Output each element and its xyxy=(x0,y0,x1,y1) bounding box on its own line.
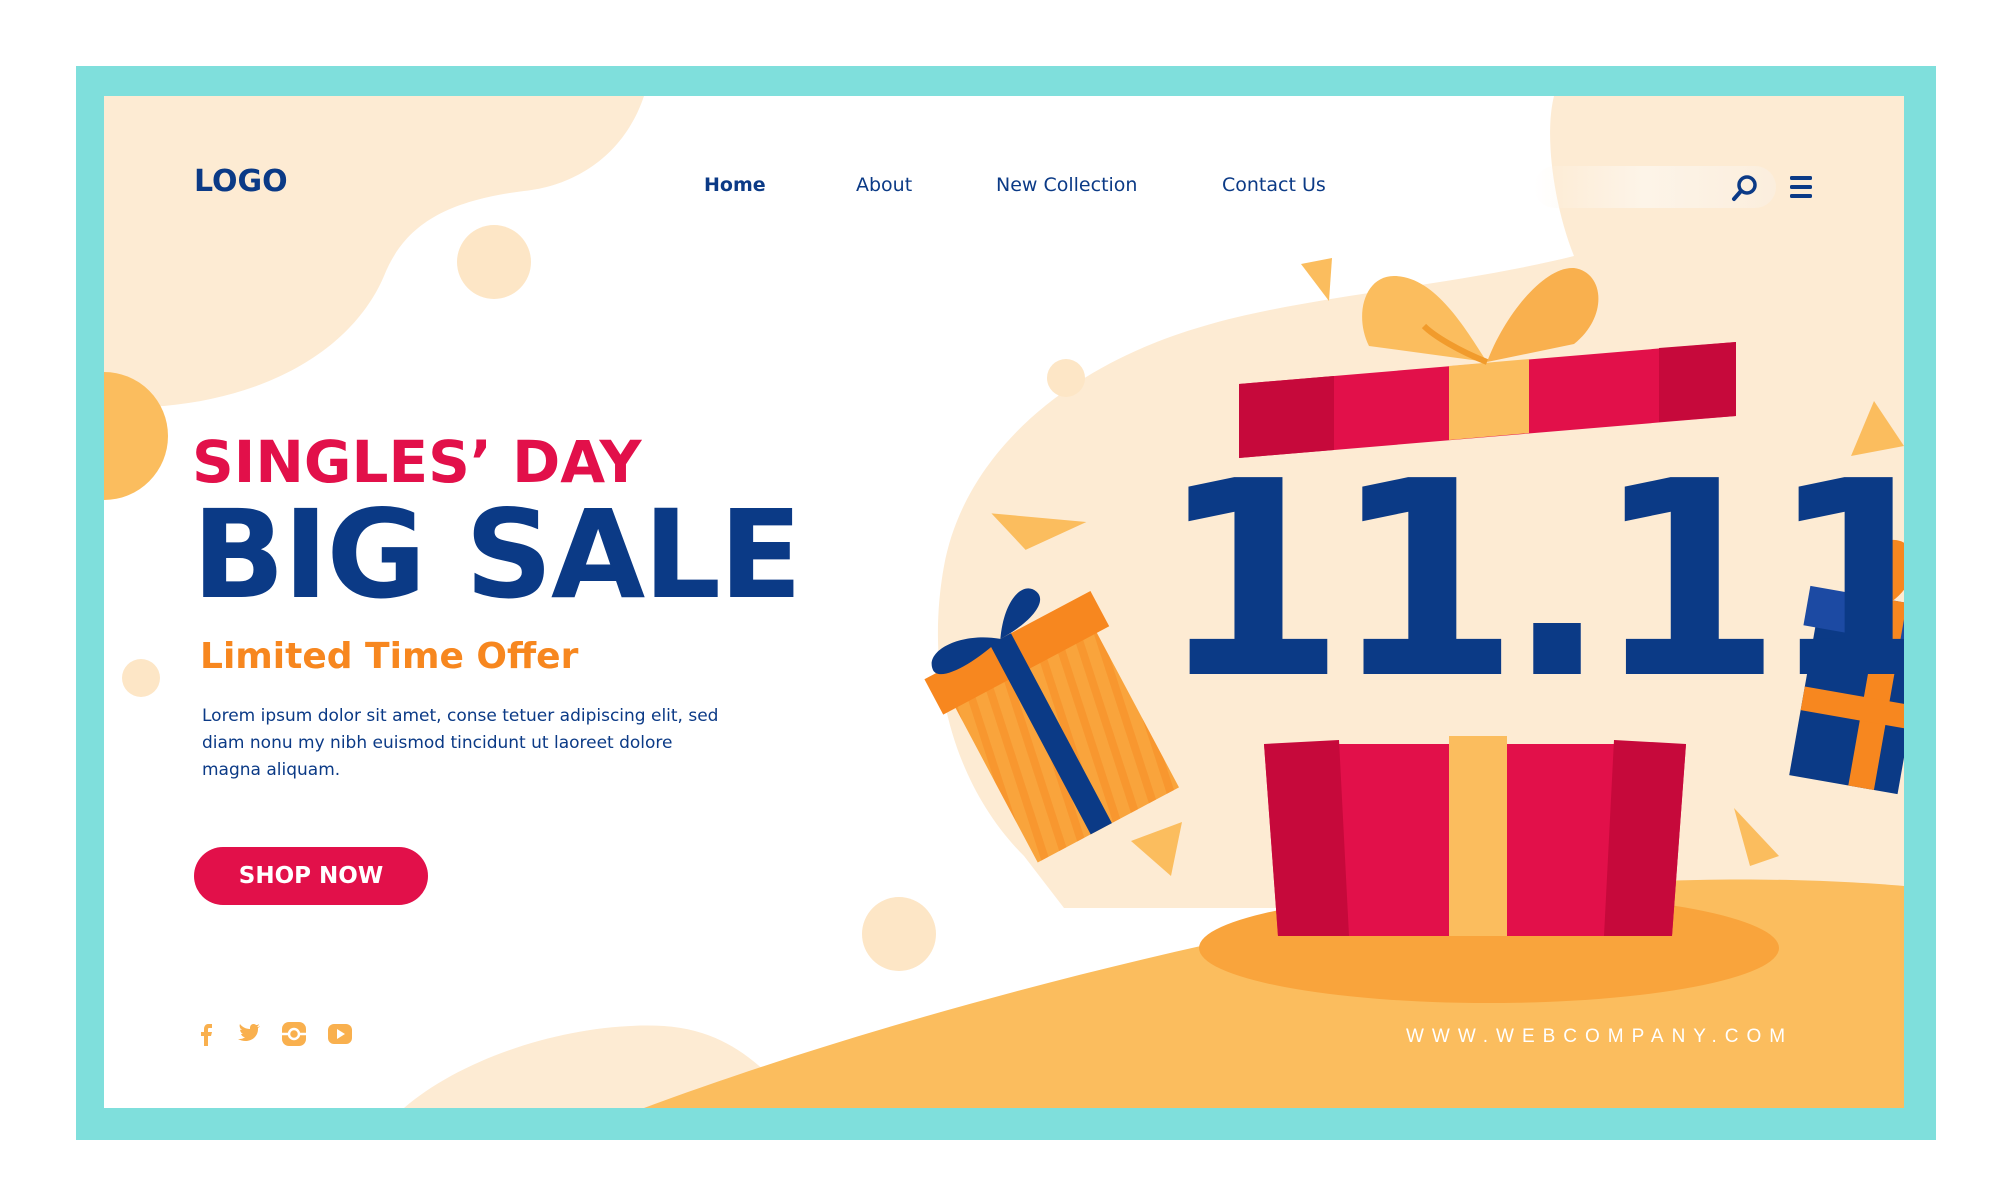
offer-heading: Limited Time Offer xyxy=(200,636,579,677)
menu-icon[interactable] xyxy=(1787,172,1817,202)
hero-description: Lorem ipsum dolor sit amet, conse tetuer… xyxy=(202,706,719,780)
twitter-icon[interactable] xyxy=(234,1020,262,1048)
nav-item-about[interactable]: About xyxy=(856,174,912,196)
logo[interactable]: LOGO xyxy=(194,164,288,199)
hero-title: BIG SALE xyxy=(192,484,802,626)
instagram-icon[interactable] xyxy=(280,1020,308,1048)
sale-date-number: 11.11 xyxy=(1158,423,1904,738)
nav-item-home[interactable]: Home xyxy=(704,174,766,196)
website-url: WWW.WEBCOMPANY.COM xyxy=(1406,1026,1794,1047)
search-icon[interactable] xyxy=(1729,172,1761,204)
youtube-icon[interactable] xyxy=(326,1020,354,1048)
facebook-icon[interactable] xyxy=(192,1020,220,1048)
nav-item-new-collection[interactable]: New Collection xyxy=(996,174,1137,196)
landing-page: LOGO Home About New Collection Contact U… xyxy=(104,96,1904,1108)
nav-item-contact-us[interactable]: Contact Us xyxy=(1222,174,1326,196)
shop-now-button[interactable]: SHOP NOW xyxy=(194,847,428,905)
